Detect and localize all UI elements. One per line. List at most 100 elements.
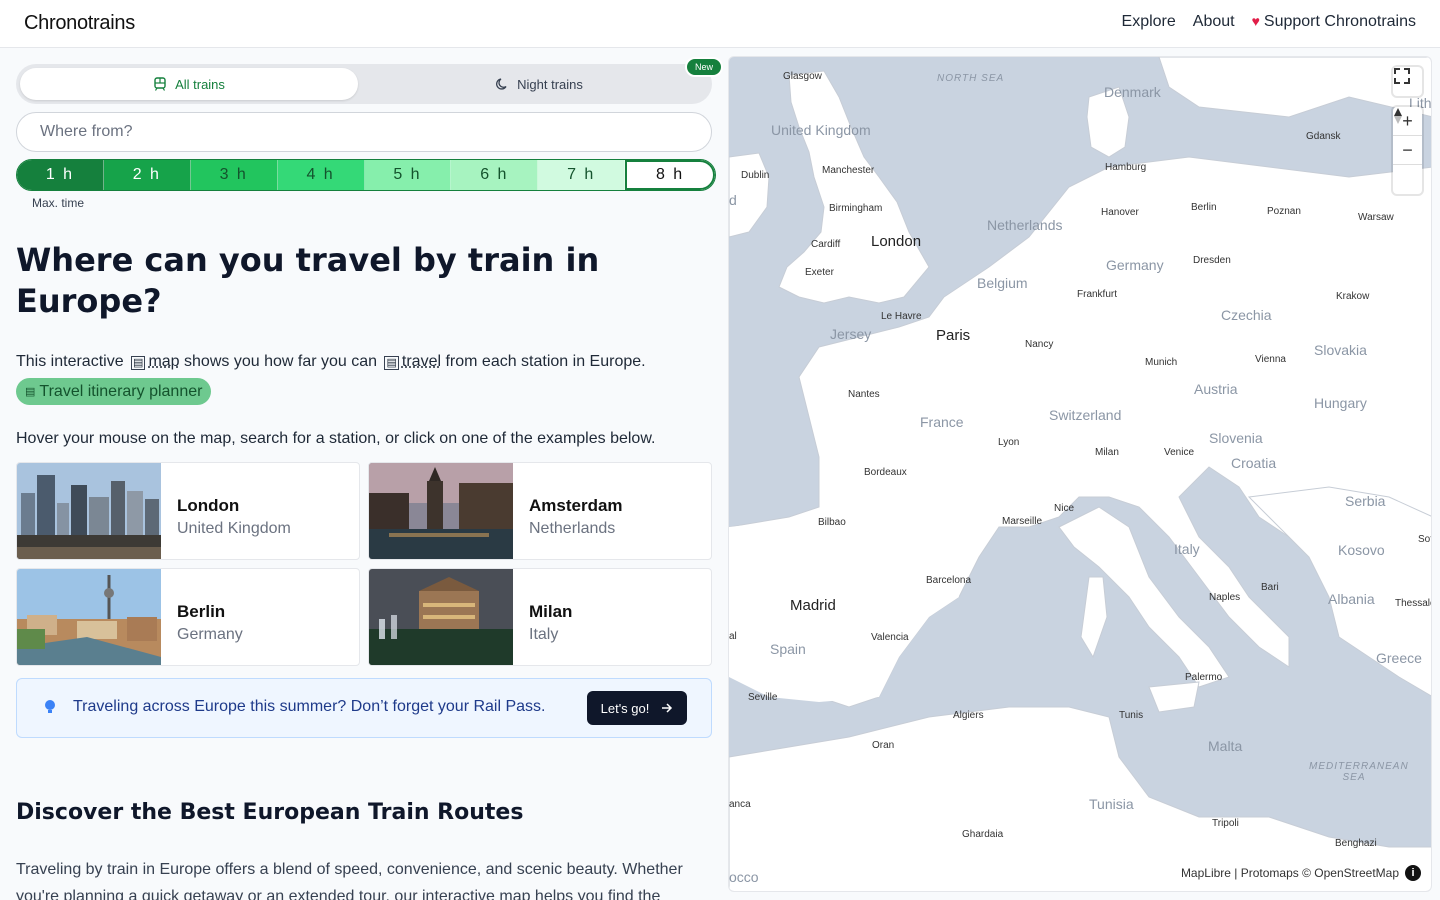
map-label: Madrid — [790, 597, 836, 614]
london-photo — [17, 463, 161, 559]
nav-support-label: Support Chronotrains — [1263, 13, 1416, 30]
map-label: Greece — [1376, 650, 1422, 666]
document-icon: ▤ — [131, 356, 146, 370]
example-city: Berlin — [177, 602, 226, 621]
attribution-text[interactable]: MapLibre | Protomaps © OpenStreetMap — [1181, 866, 1399, 880]
tab-night-trains[interactable]: Night trains — [370, 68, 708, 100]
map-label: Kosovo — [1338, 542, 1385, 558]
brand-logo[interactable]: Chronotrains — [24, 12, 135, 35]
intro-text: This interactive ▤ map shows you how far … — [16, 353, 646, 371]
map-label: Malta — [1208, 738, 1243, 754]
example-city: London — [177, 496, 240, 515]
moon-icon — [496, 78, 507, 90]
nav-support-link[interactable]: ♥ Support Chronotrains — [1252, 13, 1416, 31]
max-time-label: Max. time — [32, 196, 85, 210]
map-label: Denmark — [1104, 84, 1161, 100]
map-label: NORTH SEA — [937, 73, 1005, 84]
map-label: Czechia — [1221, 307, 1272, 323]
map-label: Belgium — [977, 275, 1028, 291]
map-label: Spain — [770, 641, 806, 657]
max-time-selector: 1 h 2 h 3 h 4 h 5 h 6 h 7 h 8 h — [16, 159, 716, 191]
intro-prefix: This interactive — [16, 353, 124, 370]
map-label: Vienna — [1255, 354, 1286, 365]
map-label: occo — [729, 869, 759, 885]
fullscreen-control — [1393, 67, 1422, 96]
map-label: Marseille — [1002, 516, 1043, 527]
amsterdam-photo — [369, 463, 513, 559]
map-label: Warsaw — [1358, 212, 1394, 223]
page-title: Where can you travel by train in Europe? — [16, 241, 600, 320]
time-option-5h[interactable]: 5 h — [364, 160, 452, 190]
top-navbar: Chronotrains Explore About ♥ Support Chro… — [0, 0, 1440, 48]
travel-planner-label: Travel itinerary planner — [39, 382, 203, 400]
map-label: Exeter — [805, 267, 834, 278]
example-country: United Kingdom — [177, 520, 291, 537]
time-option-8h-selected[interactable]: 8 h — [625, 160, 715, 190]
expand-icon — [1394, 68, 1410, 84]
example-country: Germany — [177, 626, 243, 643]
map-label: Albania — [1328, 591, 1375, 607]
time-option-7h[interactable]: 7 h — [538, 160, 626, 190]
tab-all-trains-label: All trains — [175, 76, 225, 92]
example-country: Netherlands — [529, 520, 616, 537]
map-label: Sof — [1418, 534, 1432, 545]
map-label: Nancy — [1025, 339, 1054, 350]
time-option-1h[interactable]: 1 h — [17, 160, 104, 190]
map-label: France — [920, 414, 964, 430]
example-card-berlin[interactable]: Berlin Germany — [16, 568, 360, 666]
train-icon — [154, 77, 166, 91]
map-label: Benghazi — [1335, 838, 1377, 849]
station-search-input[interactable] — [16, 112, 712, 152]
time-option-4h[interactable]: 4 h — [277, 160, 365, 190]
map-label: Seville — [748, 692, 778, 703]
heart-icon: ♥ — [1251, 13, 1260, 29]
example-card-milan[interactable]: Milan Italy — [368, 568, 712, 666]
zoom-out-button[interactable]: − — [1393, 136, 1422, 165]
nav-about-link[interactable]: About — [1193, 13, 1235, 31]
europe-map[interactable]: Glasgow NORTH SEA Denmark United Kingdom… — [728, 56, 1432, 892]
fullscreen-button[interactable] — [1393, 67, 1422, 96]
tab-night-trains-label: Night trains — [517, 76, 583, 92]
train-mode-toggle: All trains Night trains — [16, 64, 712, 104]
plus-icon: + — [1402, 110, 1413, 131]
time-option-2h[interactable]: 2 h — [103, 160, 191, 190]
example-card-amsterdam[interactable]: Amsterdam Netherlands — [368, 462, 712, 560]
map-label: Italy — [1174, 541, 1200, 557]
lets-go-button[interactable]: Let's go! — [587, 691, 687, 725]
map-label: Slovakia — [1314, 342, 1367, 358]
tab-all-trains[interactable]: All trains — [20, 68, 358, 100]
map-label: Munich — [1145, 357, 1178, 368]
main-nav: Explore About ♥ Support Chronotrains — [1122, 13, 1416, 31]
map-label: Lyon — [998, 437, 1020, 448]
map-label: Barcelona — [926, 575, 972, 586]
berlin-photo — [17, 569, 161, 665]
map-label: United Kingdom — [771, 122, 871, 138]
map-label: Venice — [1164, 447, 1195, 458]
time-option-3h[interactable]: 3 h — [190, 160, 278, 190]
map-attribution: MapLibre | Protomaps © OpenStreetMap i — [1176, 863, 1425, 883]
new-badge: New — [685, 57, 724, 77]
map-label: Slovenia — [1209, 430, 1263, 446]
map-label: Algiers — [953, 710, 984, 721]
map-link[interactable]: map — [148, 353, 179, 370]
document-icon: ▤ — [384, 356, 399, 370]
map-label: Thessalo — [1395, 598, 1432, 609]
map-label: Austria — [1194, 381, 1238, 397]
arrow-right-icon — [662, 703, 673, 713]
travel-link[interactable]: travel — [402, 353, 441, 370]
rail-pass-promo: Traveling across Europe this summer? Don… — [16, 678, 712, 738]
map-label: Tunisia — [1089, 796, 1134, 812]
travel-planner-tag[interactable]: ▤ Travel itinerary planner — [16, 378, 212, 405]
time-option-6h[interactable]: 6 h — [451, 160, 539, 190]
document-icon: ▤ — [25, 386, 36, 398]
info-icon[interactable]: i — [1405, 865, 1421, 881]
map-label: al — [729, 631, 737, 642]
map-label: Hungary — [1314, 395, 1367, 411]
nav-explore-link[interactable]: Explore — [1122, 13, 1176, 31]
map-label: Nantes — [848, 389, 880, 400]
map-label: Croatia — [1231, 455, 1277, 471]
example-city: Milan — [529, 602, 573, 621]
map-label: Tunis — [1119, 710, 1144, 721]
example-card-london[interactable]: London United Kingdom — [16, 462, 360, 560]
reset-north-button[interactable] — [1393, 108, 1422, 194]
